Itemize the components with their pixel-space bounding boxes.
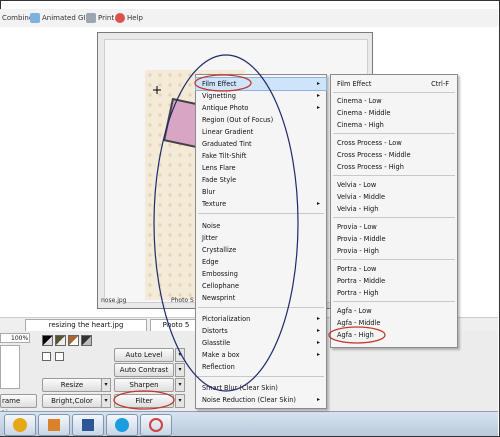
- animated-gif-label: Animated GIF: [42, 14, 90, 22]
- menu-item-noise[interactable]: Noise: [196, 220, 326, 232]
- zoom-field[interactable]: 100%: [0, 333, 30, 343]
- skype-icon[interactable]: [106, 414, 138, 436]
- filter-menu: Film Effect ▸ Vignetting ▸ Antique Photo ▸ …: [195, 74, 327, 409]
- menu-item-film-effect-apply[interactable]: Film Effect Ctrl-F: [331, 78, 457, 90]
- help-label: Help: [127, 14, 143, 22]
- media-player-icon[interactable]: [38, 414, 70, 436]
- menu-item-provia-middle[interactable]: Provia - Middle: [331, 233, 457, 245]
- swatch-4-icon[interactable]: [81, 335, 92, 346]
- menu-item-jitter[interactable]: Jitter: [196, 232, 326, 244]
- help-tab[interactable]: Help: [115, 12, 143, 24]
- menu-item-cellophane[interactable]: Cellophane: [196, 280, 326, 292]
- menu-separator: [333, 92, 455, 93]
- menu-item-fake-tilt-shift[interactable]: Fake Tilt-Shift: [196, 150, 326, 162]
- menu-item-cinema-high[interactable]: Cinema - High: [331, 119, 457, 131]
- menu-item-portra-high[interactable]: Portra - High: [331, 287, 457, 299]
- thumbnail-box: [0, 345, 20, 389]
- word-icon[interactable]: [72, 414, 104, 436]
- menu-item-film-effect[interactable]: Film Effect ▸: [195, 77, 327, 91]
- menu-item-pictorialization[interactable]: Pictorialization ▸: [196, 313, 326, 325]
- animated-gif-tab[interactable]: Animated GIF: [30, 12, 90, 24]
- menu-item-portra-low[interactable]: Portra - Low: [331, 263, 457, 275]
- menu-separator: [333, 175, 455, 176]
- menu-separator: [198, 213, 324, 214]
- printer-icon: [86, 13, 96, 23]
- menu-item-smart-blur[interactable]: Smart Blur (Clear Skin): [196, 382, 326, 394]
- animated-gif-icon: [30, 13, 40, 23]
- menu-item-velvia-middle[interactable]: Velvia - Middle: [331, 191, 457, 203]
- menu-item-agfa-middle[interactable]: Agfa - Middle: [331, 317, 457, 329]
- print-tab[interactable]: Print: [86, 12, 114, 24]
- menu-item-provia-high[interactable]: Provia - High: [331, 245, 457, 257]
- menu-separator: [198, 376, 324, 377]
- frame-line-button[interactable]: rame Line: [0, 394, 37, 417]
- bright-color-button[interactable]: Bright,Color: [42, 394, 102, 408]
- menu-separator: [333, 259, 455, 260]
- taskbar: [0, 411, 498, 436]
- combine-label: Combine: [2, 14, 34, 22]
- auto-contrast-dropdown[interactable]: ▾: [175, 363, 185, 377]
- menu-item-lens-flare[interactable]: Lens Flare: [196, 162, 326, 174]
- menu-item-graduated-tint[interactable]: Graduated Tint: [196, 138, 326, 150]
- menu-item-portra-middle[interactable]: Portra - Middle: [331, 275, 457, 287]
- menu-item-crystallize[interactable]: Crystallize: [196, 244, 326, 256]
- shortcut-label: Ctrl-F: [431, 80, 449, 88]
- menu-item-velvia-low[interactable]: Velvia - Low: [331, 179, 457, 191]
- menu-item-noise-reduction[interactable]: Noise Reduction (Clear Skin) ▸: [196, 394, 326, 406]
- menu-item-texture[interactable]: Texture ▸: [196, 198, 326, 210]
- help-icon: [115, 13, 125, 23]
- menu-item-embossing[interactable]: Embossing: [196, 268, 326, 280]
- thumb-caption-right: Photo S: [171, 297, 194, 304]
- menu-item-newsprint[interactable]: Newsprint: [196, 292, 326, 304]
- bright-color-dropdown[interactable]: ▾: [101, 394, 111, 408]
- swatch-2-icon[interactable]: [55, 335, 66, 346]
- auto-contrast-button[interactable]: Auto Contrast: [114, 363, 174, 377]
- combine-tab[interactable]: Combine: [2, 12, 33, 24]
- top-toolbar: Combine Animated GIF Print Help: [0, 9, 498, 28]
- checkbox-2[interactable]: [55, 352, 64, 361]
- menu-item-reflection[interactable]: Reflection: [196, 361, 326, 373]
- resize-button[interactable]: Resize: [42, 378, 102, 392]
- menu-item-vignetting[interactable]: Vignetting ▸: [196, 90, 326, 102]
- menu-item-edge[interactable]: Edge: [196, 256, 326, 268]
- menu-item-linear-gradient[interactable]: Linear Gradient: [196, 126, 326, 138]
- filter-dropdown[interactable]: ▾: [175, 394, 185, 408]
- menu-item-fade-style[interactable]: Fade Style: [196, 174, 326, 186]
- menu-item-cinema-middle[interactable]: Cinema - Middle: [331, 107, 457, 119]
- menu-separator: [198, 307, 324, 308]
- menu-item-cross-process-high[interactable]: Cross Process - High: [331, 161, 457, 173]
- start-button[interactable]: [4, 414, 36, 436]
- swatch-1-icon[interactable]: [42, 335, 53, 346]
- menu-item-provia-low[interactable]: Provia - Low: [331, 221, 457, 233]
- auto-level-dropdown[interactable]: ▾: [175, 348, 185, 362]
- sharpen-button[interactable]: Sharpen: [114, 378, 174, 392]
- resize-dropdown[interactable]: ▾: [101, 378, 111, 392]
- menu-item-make-a-box[interactable]: Make a box ▸: [196, 349, 326, 361]
- menu-item-velvia-high[interactable]: Velvia - High: [331, 203, 457, 215]
- swatch-3-icon[interactable]: [68, 335, 79, 346]
- menu-item-agfa-low[interactable]: Agfa - Low: [331, 305, 457, 317]
- film-effect-menu: Film Effect Ctrl-F Cinema - Low Cinema - …: [330, 74, 458, 348]
- menu-item-cinema-low[interactable]: Cinema - Low: [331, 95, 457, 107]
- menu-separator: [333, 217, 455, 218]
- filter-button[interactable]: Filter: [114, 394, 174, 408]
- print-label: Print: [98, 14, 115, 22]
- sharpen-dropdown[interactable]: ▾: [175, 378, 185, 392]
- menu-item-antique-photo[interactable]: Antique Photo ▸: [196, 102, 326, 114]
- menu-item-agfa-high[interactable]: Agfa - High: [331, 329, 457, 341]
- checkbox-1[interactable]: [42, 352, 51, 361]
- menu-separator: [333, 133, 455, 134]
- thumb-caption-left: nose.jpg: [101, 297, 127, 304]
- menu-item-distorts[interactable]: Distorts ▸: [196, 325, 326, 337]
- menu-item-region[interactable]: Region (Out of Focus): [196, 114, 326, 126]
- menu-item-cross-process-low[interactable]: Cross Process - Low: [331, 137, 457, 149]
- menu-separator: [333, 301, 455, 302]
- menu-item-cross-process-middle[interactable]: Cross Process - Middle: [331, 149, 457, 161]
- menu-item-blur[interactable]: Blur: [196, 186, 326, 198]
- menu-item-glasstile[interactable]: Glasstile ▸: [196, 337, 326, 349]
- photoscape-icon[interactable]: [140, 414, 172, 436]
- auto-level-button[interactable]: Auto Level: [114, 348, 174, 362]
